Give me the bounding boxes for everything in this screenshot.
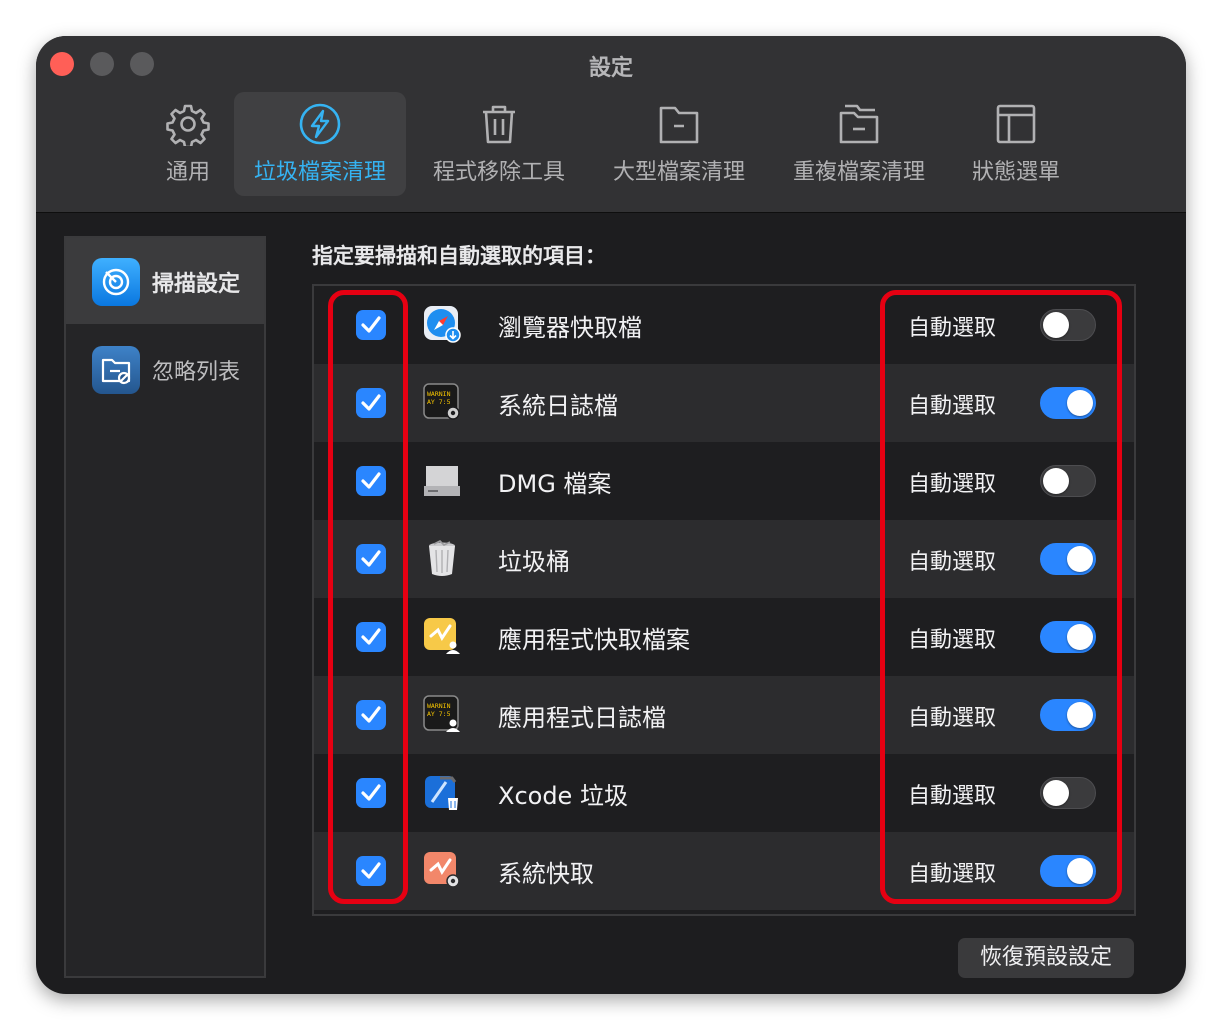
tab-status-menu[interactable]: 狀態選單 xyxy=(964,92,1068,196)
sidebar-item-label: 掃描設定 xyxy=(152,272,241,297)
checkbox-column-highlight xyxy=(328,290,408,904)
sidebar-item-label: 忽略列表 xyxy=(152,360,241,385)
system-cache-gear-icon xyxy=(424,852,460,888)
section-heading: 指定要掃描和自動選取的項目： xyxy=(312,244,606,268)
safari-download-icon xyxy=(424,306,461,343)
tab-uninstaller[interactable]: 程式移除工具 xyxy=(424,92,574,196)
ignore-folder-icon xyxy=(92,346,140,394)
sidebar-item-ignore-list[interactable]: 忽略列表 xyxy=(66,326,264,412)
item-label: 應用程式快取檔案 xyxy=(498,626,690,654)
tab-duplicates-label: 重複檔案清理 xyxy=(792,160,925,185)
tab-general[interactable]: 通用 xyxy=(150,92,226,196)
tab-junk-cleanup-label: 垃圾檔案清理 xyxy=(253,160,386,185)
console-user-icon: WARNIN AY 7:5 xyxy=(423,695,460,732)
app-cache-user-icon xyxy=(424,618,460,654)
window-title: 設定 xyxy=(588,56,633,81)
sidebar: 掃描設定 忽略列表 xyxy=(64,236,266,978)
radar-icon xyxy=(92,258,140,306)
restore-defaults-button[interactable]: 恢復預設設定 xyxy=(958,938,1134,978)
folders-icon xyxy=(839,104,879,144)
tab-large-files[interactable]: 大型檔案清理 xyxy=(604,92,754,196)
tab-uninstaller-label: 程式移除工具 xyxy=(432,160,565,185)
lightning-icon xyxy=(299,103,341,145)
sidebar-item-scan-settings[interactable]: 掃描設定 xyxy=(66,238,264,324)
trash-can-icon xyxy=(429,540,455,576)
item-label: 應用程式日誌檔 xyxy=(498,704,666,732)
console-icon-line-2: AY 7:5 xyxy=(427,710,451,718)
folder-icon xyxy=(659,106,699,144)
tab-status-menu-label: 狀態選單 xyxy=(971,160,1060,185)
tab-general-label: 通用 xyxy=(165,160,210,185)
auto-select-column-highlight xyxy=(880,290,1122,904)
console-gear-icon: WARNIN AY 7:5 xyxy=(423,383,460,420)
item-label: 系統快取 xyxy=(498,860,594,888)
disk-image-icon xyxy=(424,466,460,496)
trash-icon xyxy=(483,105,515,144)
settings-window: 設定 通用 垃圾檔案清理 程式移除工具 大型檔案清理 重複檔案清理 狀態選單 掃… xyxy=(36,36,1186,994)
item-label: 系統日誌檔 xyxy=(498,392,618,420)
tab-junk-cleanup[interactable]: 垃圾檔案清理 xyxy=(234,92,406,196)
console-icon-line-1: WARNIN xyxy=(427,702,451,710)
console-icon-line-2: AY 7:5 xyxy=(427,398,451,406)
toolbar: 設定 通用 垃圾檔案清理 程式移除工具 大型檔案清理 重複檔案清理 狀態選單 xyxy=(36,36,1186,213)
tab-duplicates[interactable]: 重複檔案清理 xyxy=(784,92,934,196)
item-label: Xcode 垃圾 xyxy=(498,782,628,810)
tab-large-files-label: 大型檔案清理 xyxy=(612,160,745,185)
console-icon-line-1: WARNIN xyxy=(427,390,451,398)
xcode-trash-icon xyxy=(425,776,458,810)
item-label: 瀏覽器快取檔 xyxy=(498,314,642,342)
item-label: 垃圾桶 xyxy=(498,548,570,576)
gear-icon xyxy=(166,104,210,146)
layout-icon xyxy=(996,104,1036,144)
item-label: DMG 檔案 xyxy=(498,470,612,498)
